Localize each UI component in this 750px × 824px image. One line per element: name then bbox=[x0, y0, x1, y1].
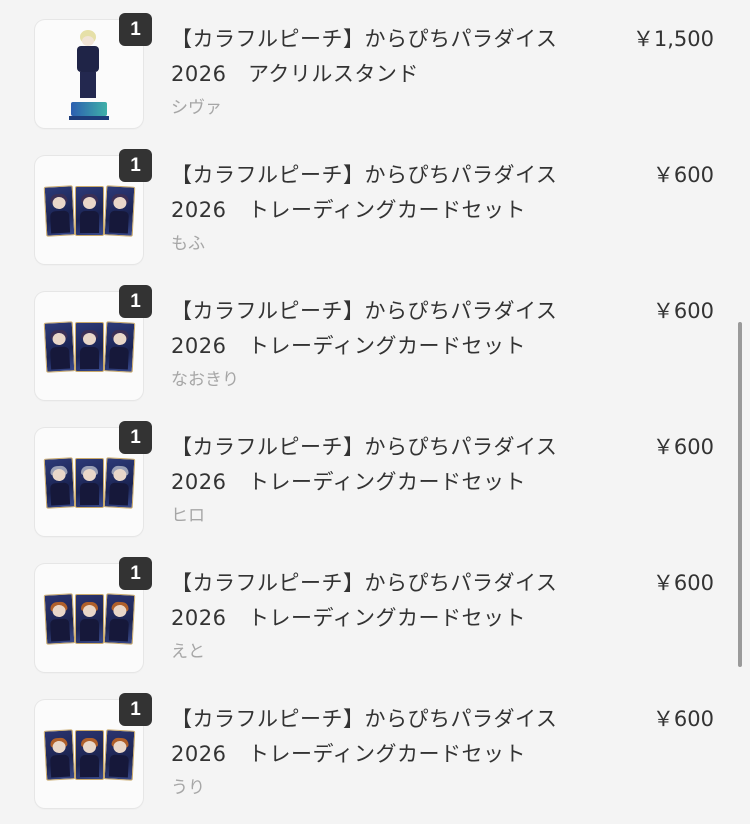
product-price: ￥600 bbox=[652, 571, 714, 595]
order-item[interactable]: 1 【カラフルピーチ】からぴちパラダイス 2026 トレーディングカードセット … bbox=[0, 136, 750, 272]
product-title[interactable]: 【カラフルピーチ】からぴちパラダイス 2026 アクリルスタンド bbox=[171, 22, 591, 92]
product-title-line2: 2026 アクリルスタンド bbox=[171, 62, 419, 86]
product-title-line1: 【カラフルピーチ】からぴちパラダイス bbox=[171, 435, 558, 459]
product-title-line1: 【カラフルピーチ】からぴちパラダイス bbox=[171, 299, 558, 323]
product-title[interactable]: 【カラフルピーチ】からぴちパラダイス 2026 トレーディングカードセット bbox=[171, 702, 591, 772]
product-price: ￥600 bbox=[652, 163, 714, 187]
product-title-line1: 【カラフルピーチ】からぴちパラダイス bbox=[171, 163, 558, 187]
product-title-line2: 2026 トレーディングカードセット bbox=[171, 742, 526, 766]
quantity-badge: 1 bbox=[119, 13, 152, 46]
product-title[interactable]: 【カラフルピーチ】からぴちパラダイス 2026 トレーディングカードセット bbox=[171, 430, 591, 500]
product-variant: シヴァ bbox=[171, 98, 222, 118]
trading-card-set-image bbox=[43, 729, 136, 782]
trading-card-set-image bbox=[43, 321, 136, 374]
product-price: ￥1,500 bbox=[632, 27, 714, 51]
acrylic-stand-image bbox=[63, 30, 115, 122]
quantity-badge: 1 bbox=[119, 285, 152, 318]
trading-card-set-image bbox=[43, 457, 136, 510]
order-item[interactable]: 1 【カラフルピーチ】からぴちパラダイス 2026 トレーディングカードセット … bbox=[0, 272, 750, 408]
product-title-line1: 【カラフルピーチ】からぴちパラダイス bbox=[171, 27, 558, 51]
product-title-line2: 2026 トレーディングカードセット bbox=[171, 606, 526, 630]
product-title[interactable]: 【カラフルピーチ】からぴちパラダイス 2026 トレーディングカードセット bbox=[171, 294, 591, 364]
product-price: ￥600 bbox=[652, 435, 714, 459]
product-title[interactable]: 【カラフルピーチ】からぴちパラダイス 2026 トレーディングカードセット bbox=[171, 158, 591, 228]
trading-card-set-image bbox=[43, 185, 136, 238]
product-title-line2: 2026 トレーディングカードセット bbox=[171, 198, 526, 222]
order-item[interactable]: 1 【カラフルピーチ】からぴちパラダイス 2026 トレーディングカードセット … bbox=[0, 544, 750, 680]
quantity-badge: 1 bbox=[119, 557, 152, 590]
product-price: ￥600 bbox=[652, 707, 714, 731]
quantity-badge: 1 bbox=[119, 149, 152, 182]
product-price: ￥600 bbox=[652, 299, 714, 323]
vertical-scrollbar[interactable] bbox=[738, 322, 742, 667]
quantity-badge: 1 bbox=[119, 421, 152, 454]
product-variant: なおきり bbox=[171, 370, 239, 390]
order-item[interactable]: 1 【カラフルピーチ】からぴちパラダイス 2026 トレーディングカードセット … bbox=[0, 408, 750, 544]
product-variant: うり bbox=[171, 778, 205, 798]
product-title-line2: 2026 トレーディングカードセット bbox=[171, 334, 526, 358]
product-variant: えと bbox=[171, 642, 205, 662]
product-title-line2: 2026 トレーディングカードセット bbox=[171, 470, 526, 494]
order-item[interactable]: 1 【カラフルピーチ】からぴちパラダイス 2026 アクリルスタンド シヴァ ￥… bbox=[0, 0, 750, 136]
product-title-line1: 【カラフルピーチ】からぴちパラダイス bbox=[171, 707, 558, 731]
quantity-badge: 1 bbox=[119, 693, 152, 726]
order-item[interactable]: 1 【カラフルピーチ】からぴちパラダイス 2026 トレーディングカードセット … bbox=[0, 680, 750, 816]
product-variant: もふ bbox=[171, 234, 205, 254]
product-variant: ヒロ bbox=[171, 506, 205, 526]
product-title[interactable]: 【カラフルピーチ】からぴちパラダイス 2026 トレーディングカードセット bbox=[171, 566, 591, 636]
trading-card-set-image bbox=[43, 593, 136, 646]
order-item-list: 1 【カラフルピーチ】からぴちパラダイス 2026 アクリルスタンド シヴァ ￥… bbox=[0, 0, 750, 824]
product-title-line1: 【カラフルピーチ】からぴちパラダイス bbox=[171, 571, 558, 595]
